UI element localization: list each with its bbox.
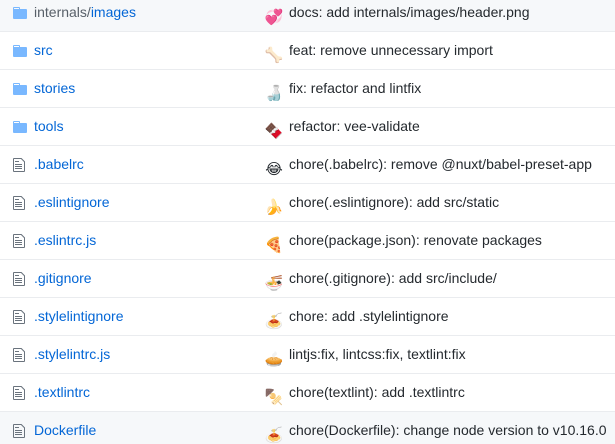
chocolate-bar-icon: 🍫 bbox=[264, 122, 284, 140]
file-name-cell: .eslintrc.js bbox=[34, 232, 96, 249]
banana-icon: 🍌 bbox=[264, 198, 284, 216]
file-link[interactable]: .textlintrc bbox=[34, 384, 90, 400]
file-link[interactable]: .babelrc bbox=[34, 156, 84, 172]
sake-icon: 🍶 bbox=[264, 84, 284, 102]
file-link[interactable]: .eslintrc.js bbox=[34, 232, 96, 248]
file-row: .eslintrc.js 🍕 chore(package.json): renova… bbox=[0, 221, 615, 259]
file-row: Dockerfile 🍝 chore(Dockerfile): change nod… bbox=[0, 411, 615, 444]
commit-message-link[interactable]: chore(textlint): add .textlintrc bbox=[289, 384, 465, 400]
file-row: .stylelintrc.js 🥧 lintjs:fix, lintcss:fix,… bbox=[0, 335, 615, 373]
path-prefix[interactable]: internals/ bbox=[34, 4, 91, 20]
commit-message-link[interactable]: fix: refactor and lintfix bbox=[289, 80, 421, 96]
folder-icon bbox=[13, 43, 27, 59]
file-link[interactable]: .stylelintrc.js bbox=[34, 346, 110, 362]
commit-message-link[interactable]: lintjs:fix, lintcss:fix, textlint:fix bbox=[289, 346, 466, 362]
commit-message-link[interactable]: chore(.babelrc): remove @nuxt/babel-pres… bbox=[289, 156, 592, 172]
commit-message-cell: 🍝 chore: add .stylelintignore bbox=[264, 308, 449, 331]
folder-icon bbox=[13, 5, 27, 21]
file-icon bbox=[13, 385, 27, 401]
commit-message-link[interactable]: refactor: vee-validate bbox=[289, 118, 420, 134]
file-icon bbox=[13, 157, 27, 173]
folder-icon bbox=[13, 81, 27, 97]
commit-message-cell: 🍫 refactor: vee-validate bbox=[264, 118, 420, 141]
file-link[interactable]: .gitignore bbox=[34, 270, 92, 286]
folder-icon bbox=[13, 119, 27, 135]
commit-message-cell: 🍢 chore(textlint): add .textlintrc bbox=[264, 384, 465, 407]
file-link[interactable]: Dockerfile bbox=[34, 422, 96, 438]
pizza-icon: 🍕 bbox=[264, 236, 284, 254]
file-row: .eslintignore 🍌 chore(.eslintignore): add … bbox=[0, 183, 615, 221]
file-icon bbox=[13, 423, 27, 439]
file-row: tools 🍫 refactor: vee-validate bbox=[0, 107, 615, 145]
file-icon bbox=[13, 233, 27, 249]
file-icon bbox=[13, 309, 27, 325]
commit-message-cell: 🥧 lintjs:fix, lintcss:fix, textlint:fix bbox=[264, 346, 466, 369]
pie-icon: 🥧 bbox=[264, 350, 284, 368]
commit-message-link[interactable]: chore(package.json): renovate packages bbox=[289, 232, 542, 248]
bone-icon: 🦴 bbox=[264, 46, 284, 64]
commit-message-cell: 🍌 chore(.eslintignore): add src/static bbox=[264, 194, 499, 217]
spaghetti-icon: 🍝 bbox=[264, 312, 284, 330]
file-link[interactable]: .eslintignore bbox=[34, 194, 110, 210]
revolving-hearts-icon: 💞 bbox=[264, 8, 284, 26]
commit-message-cell: 💞 docs: add internals/images/header.png bbox=[264, 4, 530, 27]
commit-message-link[interactable]: chore(Dockerfile): change node version t… bbox=[289, 422, 607, 438]
file-list: internals/images 💞 docs: add internals/ima… bbox=[0, 0, 615, 444]
file-row: src 🦴 feat: remove unnecessary import bbox=[0, 31, 615, 69]
folder-link[interactable]: tools bbox=[34, 118, 64, 134]
commit-message-link[interactable]: chore: add .stylelintignore bbox=[289, 308, 449, 324]
commit-message-link[interactable]: feat: remove unnecessary import bbox=[289, 42, 493, 58]
commit-message-cell: 🍝 chore(Dockerfile): change node version … bbox=[264, 422, 607, 444]
file-name-cell: stories bbox=[34, 80, 75, 97]
file-row: internals/images 💞 docs: add internals/ima… bbox=[0, 0, 615, 32]
file-name-cell: internals/images bbox=[34, 4, 136, 21]
commit-message-cell: 🍜 chore(.gitignore): add src/include/ bbox=[264, 270, 497, 293]
file-row: .gitignore 🍜 chore(.gitignore): add src/in… bbox=[0, 259, 615, 297]
file-name-cell: .stylelintrc.js bbox=[34, 346, 110, 363]
commit-message-link[interactable]: chore(.eslintignore): add src/static bbox=[289, 194, 499, 210]
file-link[interactable]: .stylelintignore bbox=[34, 308, 124, 324]
file-icon bbox=[13, 195, 27, 211]
file-row: .babelrc 😂 chore(.babelrc): remove @nuxt/b… bbox=[0, 145, 615, 183]
commit-message-cell: 😂 chore(.babelrc): remove @nuxt/babel-pre… bbox=[264, 156, 592, 179]
folder-link[interactable]: stories bbox=[34, 80, 75, 96]
file-name-cell: .stylelintignore bbox=[34, 308, 124, 325]
folder-link[interactable]: src bbox=[34, 42, 53, 58]
file-row: .textlintrc 🍢 chore(textlint): add .textli… bbox=[0, 373, 615, 411]
ramen-icon: 🍜 bbox=[264, 274, 284, 292]
file-name-cell: .gitignore bbox=[34, 270, 92, 287]
file-row: stories 🍶 fix: refactor and lintfix bbox=[0, 69, 615, 107]
file-name-cell: src bbox=[34, 42, 53, 59]
commit-message-cell: 🍕 chore(package.json): renovate packages bbox=[264, 232, 542, 255]
spaghetti-icon: 🍝 bbox=[264, 426, 284, 444]
commit-message-link[interactable]: docs: add internals/images/header.png bbox=[289, 4, 530, 20]
file-name-cell: tools bbox=[34, 118, 64, 135]
file-name-cell: .textlintrc bbox=[34, 384, 90, 401]
commit-message-link[interactable]: chore(.gitignore): add src/include/ bbox=[289, 270, 497, 286]
file-name-cell: Dockerfile bbox=[34, 422, 96, 439]
file-name-cell: .babelrc bbox=[34, 156, 84, 173]
file-name-cell: .eslintignore bbox=[34, 194, 110, 211]
oden-icon: 🍢 bbox=[264, 388, 284, 406]
file-row: .stylelintignore 🍝 chore: add .stylelintig… bbox=[0, 297, 615, 335]
folder-link[interactable]: images bbox=[91, 4, 136, 20]
file-icon bbox=[13, 271, 27, 287]
file-icon bbox=[13, 347, 27, 363]
joy-icon: 😂 bbox=[265, 160, 283, 178]
commit-message-cell: 🍶 fix: refactor and lintfix bbox=[264, 80, 422, 103]
commit-message-cell: 🦴 feat: remove unnecessary import bbox=[264, 42, 493, 65]
